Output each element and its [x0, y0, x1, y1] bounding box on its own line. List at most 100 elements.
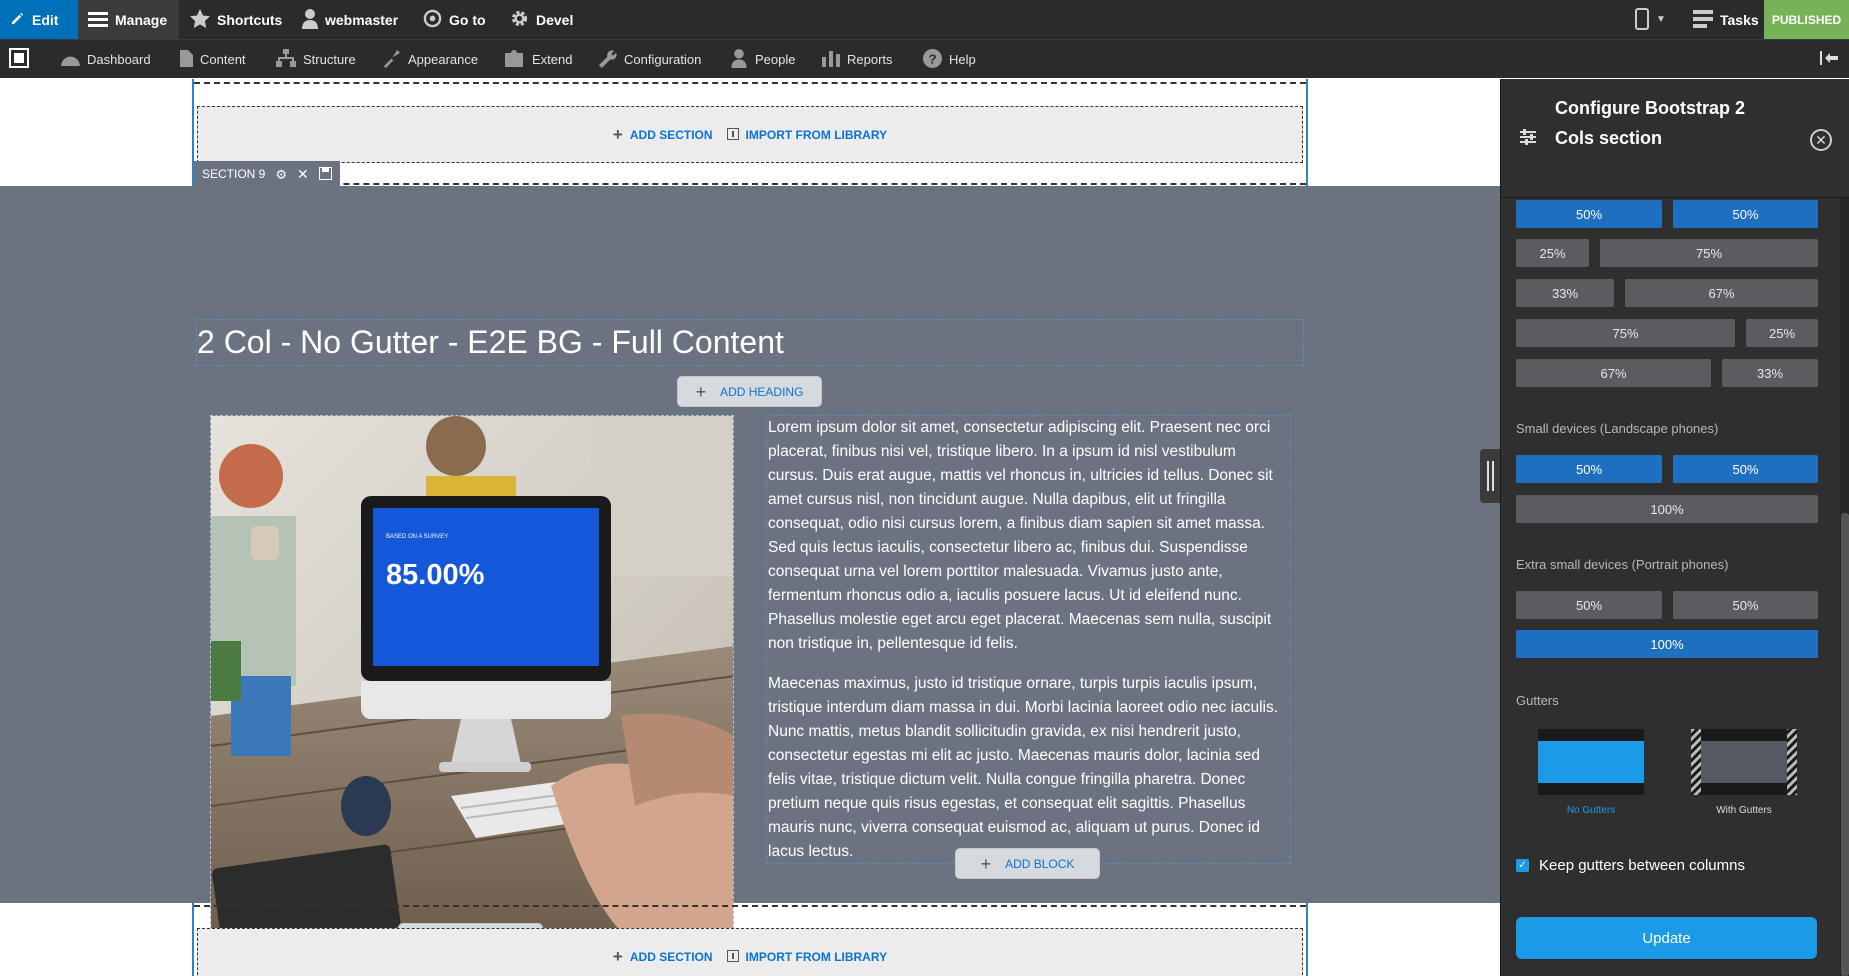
hamburger-icon — [88, 11, 108, 29]
tasks-label: Tasks — [1720, 11, 1759, 28]
section-9: 2 Col - No Gutter - E2E BG - Full Conten… — [0, 186, 1500, 954]
text-block[interactable]: Lorem ipsum dolor sit amet, consectetur … — [766, 415, 1291, 864]
menu-extend[interactable]: Extend — [505, 40, 572, 78]
office-photo: BASED ON A SURVEY 85.00% — [211, 416, 733, 938]
screen-survey-text: BASED ON A SURVEY — [386, 534, 448, 540]
dashboard-icon — [61, 51, 80, 68]
menu-people[interactable]: People — [730, 40, 795, 78]
add-section-label: ADD SECTION — [629, 949, 713, 964]
no-gutters-preview — [1538, 729, 1644, 795]
goto-button[interactable]: Go to — [413, 0, 496, 39]
gear-icon — [510, 9, 529, 30]
width-option[interactable]: 33% — [1516, 279, 1614, 307]
update-button[interactable]: Update — [1516, 917, 1817, 959]
keep-gutters-label: Keep gutters between columns — [1539, 857, 1745, 874]
no-gutters-option[interactable]: No Gutters — [1538, 729, 1644, 816]
panel-scrollbar-thumb[interactable] — [1841, 513, 1849, 976]
add-section-link[interactable]: + ADD SECTION — [613, 948, 713, 965]
caret-down-icon: ▼ — [1656, 13, 1666, 25]
keep-gutters-row: ✓ Keep gutters between columns — [1516, 857, 1745, 874]
puzzle-icon — [505, 49, 525, 69]
section-heading[interactable]: 2 Col - No Gutter - E2E BG - Full Conten… — [196, 319, 1304, 366]
manage-button[interactable]: Manage — [78, 0, 179, 39]
width-option[interactable]: 50% — [1516, 200, 1662, 228]
menu-extend-label: Extend — [532, 51, 573, 67]
office-photo-block[interactable]: BASED ON A SURVEY 85.00% — [210, 415, 734, 939]
edit-button[interactable]: Edit — [0, 0, 78, 39]
small-devices-label: Small devices (Landscape phones) — [1516, 421, 1719, 436]
panel-resize-handle[interactable] — [1480, 449, 1500, 503]
manage-label: Manage — [115, 11, 168, 28]
close-panel-button[interactable]: ✕ — [1810, 129, 1832, 151]
library-icon — [726, 949, 739, 964]
devel-label: Devel — [536, 11, 574, 28]
no-gutters-label: No Gutters — [1566, 805, 1616, 816]
published-status-button[interactable]: PUBLISHED — [1764, 0, 1849, 39]
menu-configuration-label: Configuration — [624, 51, 702, 67]
goto-icon — [423, 9, 442, 30]
add-section-link[interactable]: + ADD SECTION — [613, 126, 713, 143]
user-icon — [302, 8, 318, 31]
width-option[interactable]: 25% — [1516, 239, 1589, 267]
people-icon — [730, 48, 748, 70]
width-option[interactable]: 50% — [1673, 591, 1818, 619]
menu-help[interactable]: ? Help — [923, 40, 976, 78]
import-library-link[interactable]: IMPORT FROM LIBRARY — [726, 127, 887, 142]
gear-icon[interactable]: ⚙ — [275, 168, 287, 181]
width-option[interactable]: 50% — [1516, 455, 1662, 483]
keep-gutters-checkbox[interactable]: ✓ — [1516, 859, 1529, 872]
menu-dashboard[interactable]: Dashboard — [61, 40, 151, 78]
import-library-label: IMPORT FROM LIBRARY — [745, 949, 888, 964]
collapse-tray-button[interactable] — [1820, 40, 1838, 78]
plus-icon: + — [980, 853, 992, 874]
close-icon[interactable]: ✕ — [297, 167, 309, 181]
save-icon[interactable] — [318, 166, 332, 182]
add-heading-label: ADD HEADING — [720, 384, 804, 399]
panel-title: Configure Bootstrap 2 Cols section — [1555, 98, 1746, 148]
width-option[interactable]: 75% — [1600, 239, 1818, 267]
add-section-area-bottom: + ADD SECTION IMPORT FROM LIBRARY — [197, 928, 1303, 976]
width-option[interactable]: 100% — [1516, 630, 1818, 658]
menu-structure[interactable]: Structure — [276, 40, 356, 78]
toggle-sidebar-button[interactable] — [9, 40, 29, 78]
width-option[interactable]: 25% — [1746, 319, 1818, 347]
add-section-label: ADD SECTION — [629, 127, 713, 142]
device-preview-button[interactable]: ▼ — [1625, 0, 1676, 39]
menu-structure-label: Structure — [303, 51, 356, 67]
width-option[interactable]: 50% — [1673, 200, 1818, 228]
library-icon — [726, 127, 739, 142]
width-option[interactable]: 50% — [1673, 455, 1818, 483]
width-option[interactable]: 50% — [1516, 591, 1662, 619]
menu-help-label: Help — [949, 51, 976, 67]
layout-builder-canvas: + ADD SECTION IMPORT FROM LIBRARY 2 Col … — [0, 79, 1500, 976]
collapse-left-icon — [1820, 51, 1838, 67]
width-option[interactable]: 75% — [1516, 319, 1735, 347]
section-divider — [194, 183, 1306, 185]
with-gutters-option[interactable]: With Gutters — [1691, 729, 1797, 816]
menu-reports[interactable]: Reports — [822, 40, 893, 78]
wrench-icon — [598, 49, 617, 70]
admin-toolbar: Edit Manage Shortcuts webmaster Go to De… — [0, 0, 1849, 39]
menu-content[interactable]: Content — [180, 40, 246, 78]
tasks-icon — [1693, 9, 1713, 30]
shortcuts-button[interactable]: Shortcuts — [180, 0, 292, 39]
add-heading-button[interactable]: + ADD HEADING — [677, 376, 822, 407]
svg-text:?: ? — [928, 51, 936, 66]
xs-devices-label: Extra small devices (Portrait phones) — [1516, 557, 1729, 572]
add-block-button-right[interactable]: + ADD BLOCK — [955, 848, 1100, 879]
menu-configuration[interactable]: Configuration — [598, 40, 701, 78]
width-option[interactable]: 33% — [1722, 359, 1818, 387]
user-button[interactable]: webmaster — [292, 0, 408, 39]
goto-label: Go to — [449, 11, 486, 28]
configure-section-panel: Configure Bootstrap 2 Cols section ✕ 50%… — [1500, 79, 1849, 976]
tasks-button[interactable]: Tasks — [1683, 0, 1769, 39]
width-option[interactable]: 67% — [1516, 359, 1711, 387]
sliders-icon — [1520, 129, 1536, 150]
import-library-link[interactable]: IMPORT FROM LIBRARY — [726, 949, 888, 964]
width-option[interactable]: 100% — [1516, 495, 1818, 523]
width-option[interactable]: 67% — [1625, 279, 1818, 307]
pencil-icon — [10, 11, 25, 28]
menu-appearance[interactable]: Appearance — [382, 40, 478, 78]
plus-icon: + — [612, 125, 623, 144]
devel-button[interactable]: Devel — [500, 0, 583, 39]
